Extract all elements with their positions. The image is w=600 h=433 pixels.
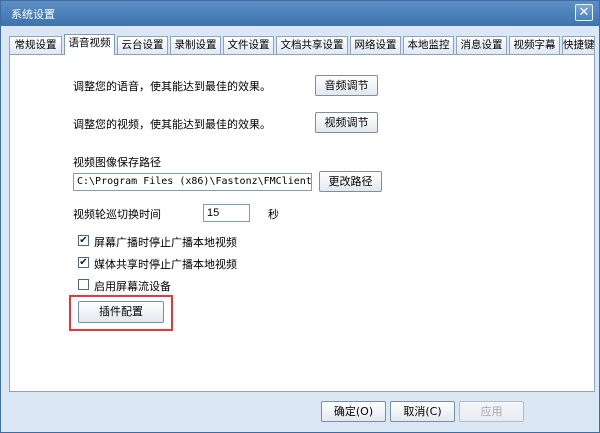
tab-shortcuts[interactable]: 快捷键 — [562, 36, 595, 54]
save-path-field[interactable]: C:\Program Files (x86)\Fastonz\FMClient3… — [73, 173, 312, 191]
close-button[interactable]: ✕ — [575, 4, 593, 21]
patrol-interval-input[interactable]: 15 — [203, 204, 250, 222]
tab-file[interactable]: 文件设置 — [223, 36, 274, 54]
tab-document-sharing[interactable]: 文档共享设置 — [276, 36, 348, 54]
patrol-interval-label: 视频轮巡切换时间 — [73, 208, 161, 221]
tab-strip: 常规设置 语音视频 云台设置 录制设置 文件设置 文档共享设置 网络设置 本地监… — [9, 34, 595, 55]
video-adjust-label: 调整您的视频，使其能达到最佳的效果。 — [73, 118, 271, 131]
tab-audio-video[interactable]: 语音视频 — [64, 34, 115, 55]
enable-screen-stream-device-checkbox[interactable] — [78, 279, 89, 290]
cancel-button[interactable]: 取消(C) — [390, 401, 455, 422]
save-path-label: 视频图像保存路径 — [73, 156, 161, 169]
stop-broadcast-on-screen-share-checkbox[interactable]: ✔ — [78, 235, 89, 246]
ok-button[interactable]: 确定(O) — [321, 401, 386, 422]
tab-local-monitor[interactable]: 本地监控 — [403, 36, 454, 54]
patrol-interval-unit: 秒 — [268, 208, 279, 221]
stop-broadcast-on-screen-share-label: 屏幕广播时停止广播本地视频 — [94, 236, 237, 249]
tab-recording[interactable]: 录制设置 — [170, 36, 221, 54]
tab-ptz[interactable]: 云台设置 — [117, 36, 168, 54]
tab-video-subtitle[interactable]: 视频字幕 — [509, 36, 560, 54]
settings-dialog: 系统设置 ✕ 常规设置 语音视频 云台设置 录制设置 文件设置 文档共享设置 网… — [0, 0, 600, 433]
audio-adjust-label: 调整您的语音，使其能达到最佳的效果。 — [73, 80, 271, 93]
apply-button[interactable]: 应用 — [459, 401, 524, 422]
tab-network[interactable]: 网络设置 — [350, 36, 401, 54]
change-path-button[interactable]: 更改路径 — [319, 171, 382, 192]
window-title: 系统设置 — [11, 8, 55, 21]
stop-broadcast-on-media-share-checkbox[interactable]: ✔ — [78, 257, 89, 268]
audio-adjust-button[interactable]: 音频调节 — [315, 75, 378, 96]
audio-video-panel: 调整您的语音，使其能达到最佳的效果。 音频调节 调整您的视频，使其能达到最佳的效… — [9, 54, 595, 392]
tab-message[interactable]: 消息设置 — [456, 36, 507, 54]
tab-general[interactable]: 常规设置 — [9, 36, 62, 54]
stop-broadcast-on-media-share-label: 媒体共享时停止广播本地视频 — [94, 258, 237, 271]
highlight-box — [69, 295, 173, 331]
title-bar: 系统设置 ✕ — [1, 1, 599, 26]
video-adjust-button[interactable]: 视频调节 — [315, 112, 378, 133]
enable-screen-stream-device-label: 启用屏幕流设备 — [94, 280, 171, 293]
